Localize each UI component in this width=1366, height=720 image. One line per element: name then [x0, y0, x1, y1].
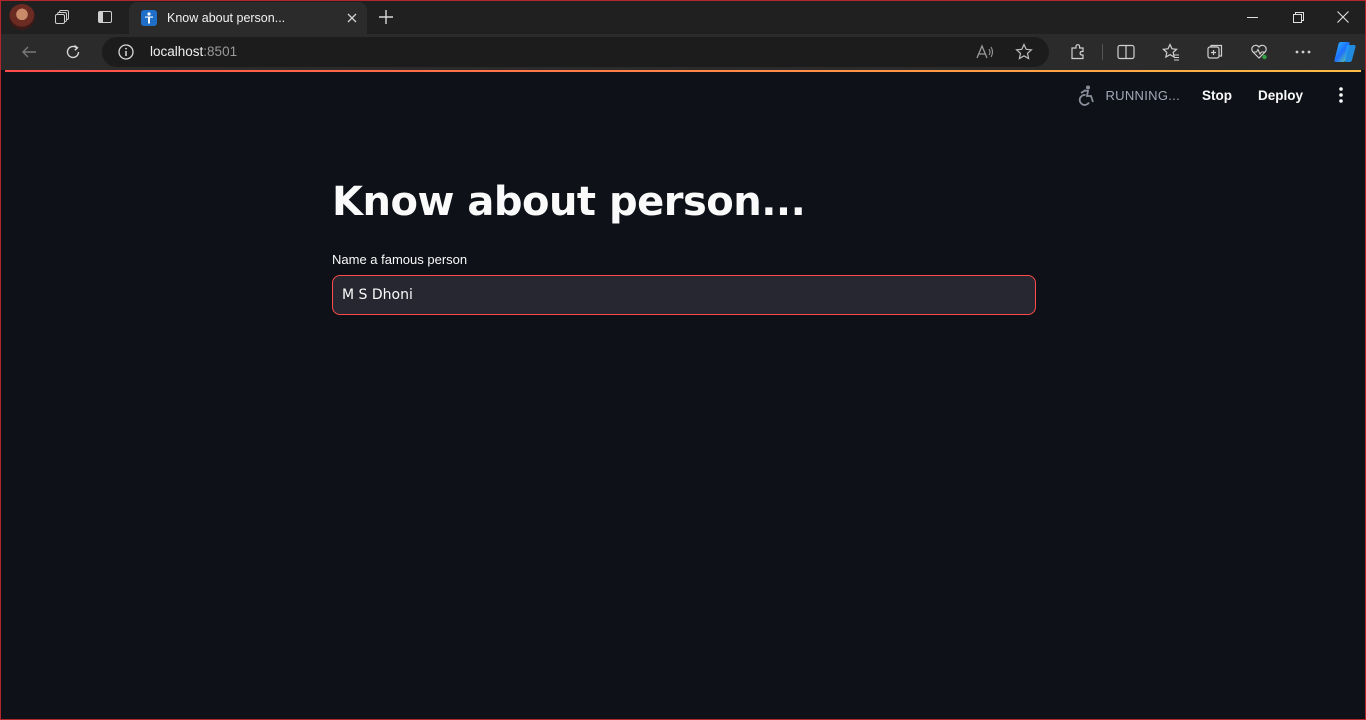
workspaces-icon[interactable]: [48, 3, 78, 31]
running-status-text: RUNNING...: [1105, 87, 1180, 103]
browser-window: Know about person... localhost:8501 RUNN…: [0, 0, 1366, 720]
favorites-icon[interactable]: [1156, 37, 1186, 67]
address-bar[interactable]: localhost:8501: [102, 37, 1049, 67]
field-label: Name a famous person: [332, 252, 468, 267]
site-info-icon[interactable]: [117, 43, 135, 61]
toolbar-divider: [1102, 44, 1103, 60]
window-close-icon[interactable]: [1320, 1, 1365, 33]
copilot-icon[interactable]: [1330, 37, 1360, 67]
back-icon[interactable]: [14, 37, 44, 67]
favorite-star-icon[interactable]: [1013, 41, 1035, 63]
running-status-icon: [1079, 85, 1095, 106]
profile-avatar[interactable]: [9, 4, 35, 30]
browser-toolbar: localhost:8501: [1, 34, 1365, 70]
restore-icon[interactable]: [1275, 1, 1321, 33]
url-host: localhost: [150, 44, 204, 59]
deploy-button[interactable]: Deploy: [1258, 88, 1303, 103]
url-port: :8501: [203, 44, 238, 59]
tab-strip: Know about person...: [1, 1, 1365, 34]
tab-title: Know about person...: [167, 11, 286, 25]
page-title: Know about person...: [332, 179, 806, 225]
url-text[interactable]: localhost:8501: [150, 44, 237, 59]
split-screen-icon[interactable]: [1111, 37, 1141, 67]
app-main-area: RUNNING... Stop Deploy Know about person…: [5, 72, 1361, 717]
famous-person-input-wrapper[interactable]: [332, 275, 1036, 315]
new-tab-icon[interactable]: [373, 4, 399, 30]
settings-more-icon[interactable]: [1288, 37, 1318, 67]
main-menu-icon[interactable]: [1329, 83, 1353, 107]
streamlit-favicon-icon: [141, 10, 157, 26]
collections-icon[interactable]: [1200, 37, 1230, 67]
tab-active[interactable]: Know about person...: [129, 2, 367, 34]
extensions-icon[interactable]: [1063, 37, 1093, 67]
main-content: Know about person... Name a famous perso…: [332, 182, 1036, 315]
famous-person-input[interactable]: [342, 276, 431, 314]
tab-actions-icon[interactable]: [90, 3, 120, 31]
refresh-icon[interactable]: [58, 37, 88, 67]
read-aloud-icon[interactable]: [974, 41, 996, 63]
tab-close-icon[interactable]: [343, 9, 361, 27]
app-header: RUNNING... Stop Deploy: [1075, 72, 1361, 118]
browser-essentials-icon[interactable]: [1244, 37, 1274, 67]
stop-button[interactable]: Stop: [1202, 88, 1232, 103]
minimize-icon[interactable]: [1229, 1, 1275, 33]
